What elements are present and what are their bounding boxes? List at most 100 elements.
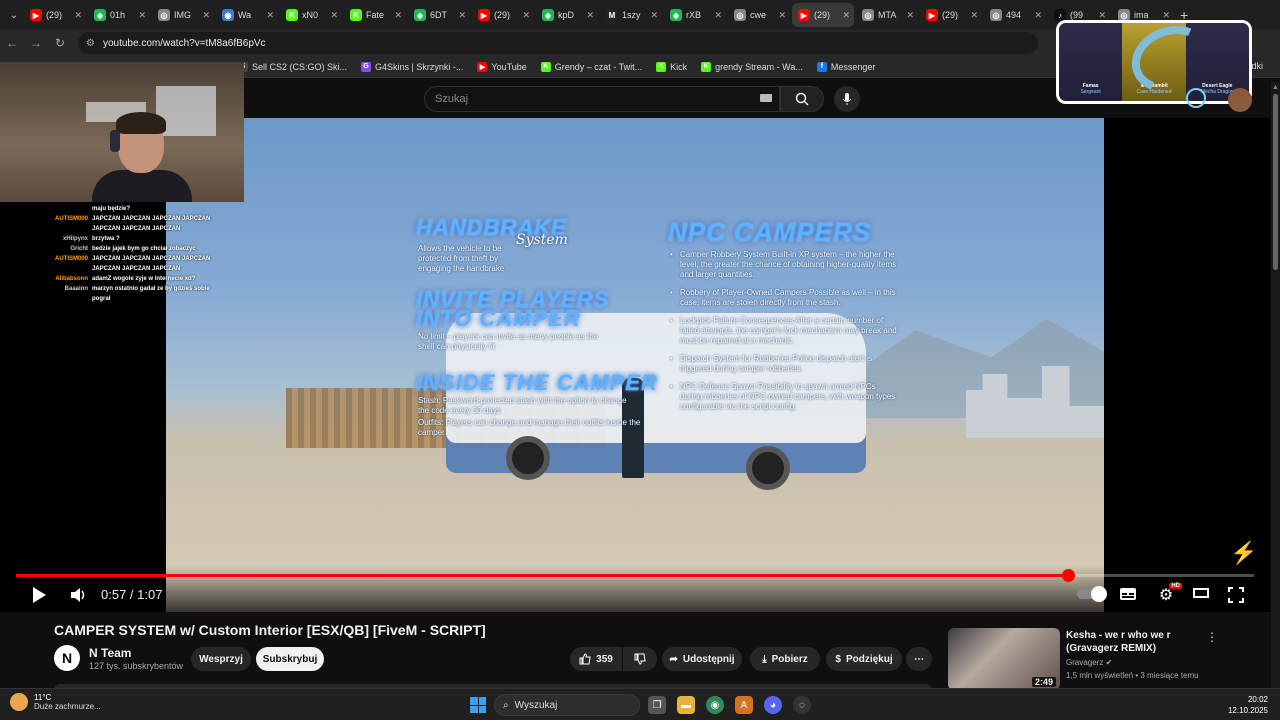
- tab-close-icon[interactable]: ✕: [970, 10, 978, 21]
- discord-icon[interactable]: ◕: [764, 696, 782, 714]
- tab-close-icon[interactable]: ✕: [842, 10, 850, 21]
- account-avatar[interactable]: [1228, 88, 1252, 112]
- browser-tab[interactable]: ▶ (29) ✕: [920, 3, 982, 27]
- progress-bar[interactable]: [16, 569, 1254, 582]
- tab-close-icon[interactable]: ✕: [522, 10, 530, 21]
- tab-close-icon[interactable]: ✕: [74, 10, 82, 21]
- recommended-video-channel[interactable]: Gravagerz ✔: [1066, 658, 1112, 667]
- autoplay-toggle[interactable]: [1076, 586, 1107, 602]
- keyboard-icon[interactable]: [760, 94, 772, 102]
- like-count: 359: [596, 653, 613, 665]
- tab-strip: ▶ (29) ✕ ◆ 01h ✕ ◎ IMG ✕ ◉ Wa ✕ KxN0 ✕ K Fate ✕ ◆ 6DT ✕ ▶ (29…: [24, 3, 1174, 27]
- tab-close-icon[interactable]: ✕: [458, 10, 466, 21]
- fullscreen-button[interactable]: [1227, 586, 1245, 604]
- tab-close-icon[interactable]: ✕: [778, 10, 786, 21]
- subtitles-button[interactable]: [1118, 586, 1138, 602]
- channel-watermark-icon[interactable]: ⚡: [1230, 540, 1268, 566]
- volume-button[interactable]: [70, 586, 88, 604]
- tab-close-icon[interactable]: ✕: [266, 10, 274, 21]
- scrollbar-thumb[interactable]: [1273, 94, 1278, 270]
- browser-tab[interactable]: K Fate ✕: [344, 3, 406, 27]
- browser-tab[interactable]: ◆ 6DT ✕: [408, 3, 470, 27]
- browser-tab[interactable]: ▶ (29) ✕: [792, 3, 854, 27]
- kick-icon: K: [286, 9, 298, 21]
- search-button[interactable]: [780, 86, 824, 112]
- tab-label: Wa: [238, 10, 252, 20]
- bookmark-item[interactable]: K Kick: [656, 61, 687, 72]
- recommended-video-menu-icon[interactable]: ⋮: [1206, 630, 1218, 644]
- browser-tab[interactable]: ◎ MTA ✕: [856, 3, 918, 27]
- tab-close-icon[interactable]: ✕: [202, 10, 210, 21]
- dislike-button[interactable]: [623, 647, 657, 671]
- browser-tab[interactable]: ◆ 01h ✕: [88, 3, 150, 27]
- browser-tab[interactable]: ◆ rXB ✕: [664, 3, 726, 27]
- browser-tab[interactable]: ◎ cwe ✕: [728, 3, 790, 27]
- download-button[interactable]: ⤓ Pobierz: [750, 647, 820, 671]
- thanks-button[interactable]: $ Podziękuj: [826, 647, 902, 671]
- tab-label: cwe: [750, 10, 767, 20]
- steam-icon[interactable]: ◌: [793, 696, 811, 714]
- progress-scrubber[interactable]: [1062, 569, 1076, 582]
- more-actions-button[interactable]: ⋯: [906, 647, 932, 671]
- bookmark-item[interactable]: G G4Skins | Skrzynki -...: [361, 61, 463, 72]
- browser-tab[interactable]: M 1szy ✕: [600, 3, 662, 27]
- npc-bullet: Lockpick Failure Consequences After a ce…: [670, 316, 900, 346]
- play-button[interactable]: [30, 586, 48, 604]
- tab-label: MTA: [878, 10, 897, 20]
- tab-close-icon[interactable]: ✕: [1034, 10, 1042, 21]
- like-button[interactable]: 359: [570, 647, 622, 671]
- app-icon[interactable]: A: [735, 696, 753, 714]
- file-explorer-icon[interactable]: ▬: [677, 696, 695, 714]
- tab-close-icon[interactable]: ✕: [330, 10, 338, 21]
- bookmark-item[interactable]: Kgrendy Stream - Wa...: [701, 61, 803, 72]
- chrome-icon[interactable]: ◉: [706, 696, 724, 714]
- tab-close-icon[interactable]: ✕: [394, 10, 402, 21]
- support-button[interactable]: Wesprzyj: [191, 647, 251, 671]
- browser-tab[interactable]: ◎ IMG ✕: [152, 3, 214, 27]
- share-button[interactable]: ➦ Udostępnij: [662, 647, 742, 671]
- settings-button[interactable]: ⚙ HD: [1154, 583, 1182, 604]
- taskbar-search[interactable]: ⌕ Wyszukaj: [494, 694, 640, 716]
- bookmark-item[interactable]: f Messenger: [816, 61, 875, 72]
- reload-icon[interactable]: ↻: [48, 36, 72, 50]
- task-view-icon[interactable]: ❐: [648, 696, 666, 714]
- subscribe-button[interactable]: Subskrybuj: [256, 647, 324, 671]
- tab-close-icon[interactable]: ✕: [586, 10, 594, 21]
- recommended-video-title[interactable]: Kesha - we r who we r (Gravagerz REMIX): [1066, 629, 1196, 655]
- site-info-icon[interactable]: ⚙: [86, 38, 95, 49]
- start-button[interactable]: [470, 697, 486, 713]
- tab-close-icon[interactable]: ✕: [714, 10, 722, 21]
- tab-close-icon[interactable]: ✕: [138, 10, 146, 21]
- bookmark-item[interactable]: SSell CS2 (CS:GO) Ski...: [238, 61, 347, 72]
- browser-tab[interactable]: ▶ (29) ✕: [472, 3, 534, 27]
- search-input[interactable]: Szukaj: [424, 86, 780, 112]
- scroll-up-icon[interactable]: ▲: [1272, 84, 1279, 91]
- browser-tab[interactable]: ◎ 494 ✕: [984, 3, 1046, 27]
- npc-bullet: Robbery of Player-Owned Campers Possible…: [670, 288, 900, 308]
- browser-tab[interactable]: KxN0 ✕: [280, 3, 342, 27]
- headset-icon: [110, 130, 120, 152]
- browser-tab[interactable]: ▶ (29) ✕: [24, 3, 86, 27]
- tab-close-icon[interactable]: ✕: [906, 10, 914, 21]
- browser-tab[interactable]: ◆ kpD ✕: [536, 3, 598, 27]
- tab-close-icon[interactable]: ✕: [1098, 10, 1106, 21]
- recommended-video-thumbnail[interactable]: 2:49: [948, 628, 1060, 690]
- invite-heading-line2: INTO CAMPER: [416, 306, 581, 331]
- bookmark-item[interactable]: ▶ YouTube: [477, 61, 527, 72]
- channel-name[interactable]: N Team: [89, 646, 131, 660]
- tab-search-dropdown-icon[interactable]: ⌄: [4, 5, 24, 25]
- autoplay-knob: [1091, 586, 1107, 602]
- forward-icon[interactable]: →: [24, 36, 48, 50]
- tab-close-icon[interactable]: ✕: [650, 10, 658, 21]
- voice-search-button[interactable]: [834, 86, 860, 112]
- weather-widget[interactable]: 11°C Duże zachmurze...: [10, 693, 101, 711]
- browser-tab[interactable]: ◉ Wa ✕: [216, 3, 278, 27]
- address-field[interactable]: ⚙ youtube.com/watch?v=tM8a6fB6pVc: [78, 32, 1038, 54]
- video-player[interactable]: HANDBRAKE System Allows the vehicle to b…: [166, 118, 1104, 612]
- theater-mode-button[interactable]: [1192, 586, 1210, 600]
- bookmark-item[interactable]: K Grendy – czat - Twit...: [540, 61, 642, 72]
- channel-avatar[interactable]: N: [54, 645, 80, 671]
- tab-close-icon[interactable]: ✕: [1162, 10, 1170, 21]
- system-clock[interactable]: 20:02 12.10.2025: [1228, 694, 1268, 716]
- back-icon[interactable]: ←: [0, 36, 24, 50]
